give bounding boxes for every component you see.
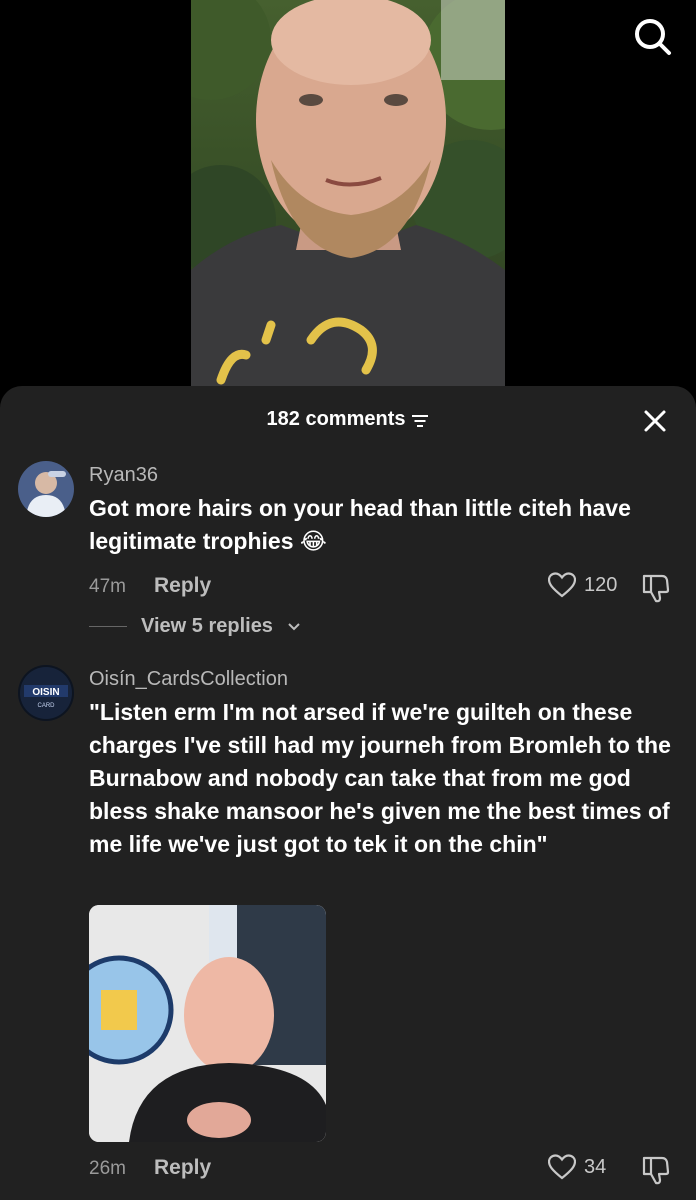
comment-timestamp: 47m <box>89 576 126 597</box>
comment-text: "Listen erm I'm not arsed if we're guilt… <box>89 699 671 857</box>
comment-count-row: 182 comments <box>0 408 696 431</box>
like-count: 34 <box>584 1155 607 1178</box>
view-replies-button[interactable]: View 5 replies <box>89 615 301 638</box>
video-person-illustration <box>191 0 505 388</box>
filter-icon[interactable] <box>411 412 429 428</box>
comment-username[interactable]: Oisín_CardsCollection <box>89 668 288 691</box>
comment-attached-image[interactable] <box>89 905 326 1142</box>
like-count: 120 <box>584 573 618 596</box>
comments-sheet: 182 comments Ryan36 Got more hairs on yo… <box>0 386 696 1200</box>
dislike-button[interactable] <box>640 1154 672 1186</box>
heart-icon <box>548 572 576 598</box>
video-player[interactable] <box>0 0 696 400</box>
close-icon <box>644 410 666 432</box>
view-replies-label: View 5 replies <box>141 615 273 637</box>
thumbs-down-icon <box>642 574 670 603</box>
comments-header: 182 comments <box>0 386 696 452</box>
thumbs-down-icon <box>642 1156 670 1185</box>
dislike-button[interactable] <box>640 572 672 604</box>
heart-icon <box>548 1154 576 1180</box>
comment-text: Got more hairs on your head than little … <box>89 495 631 554</box>
reply-button[interactable]: Reply <box>154 574 211 598</box>
search-button[interactable] <box>628 12 676 60</box>
reply-button[interactable]: Reply <box>154 1156 211 1180</box>
avatar[interactable]: OISIN CARD <box>18 665 74 721</box>
avatar-logo-text: OISIN <box>32 687 59 698</box>
divider-line <box>89 626 127 627</box>
comment-timestamp: 26m <box>89 1158 126 1179</box>
close-button[interactable] <box>640 406 670 436</box>
chevron-down-icon <box>288 622 300 630</box>
video-thumbnail <box>191 0 505 388</box>
comment-username[interactable]: Ryan36 <box>89 464 158 487</box>
search-icon <box>635 19 671 55</box>
like-button[interactable]: 120 <box>548 572 617 598</box>
like-button[interactable]: 34 <box>548 1154 606 1180</box>
avatar[interactable] <box>18 461 74 517</box>
comment-count: 182 comments <box>266 408 406 430</box>
avatar-logo-subtext: CARD <box>37 703 55 709</box>
